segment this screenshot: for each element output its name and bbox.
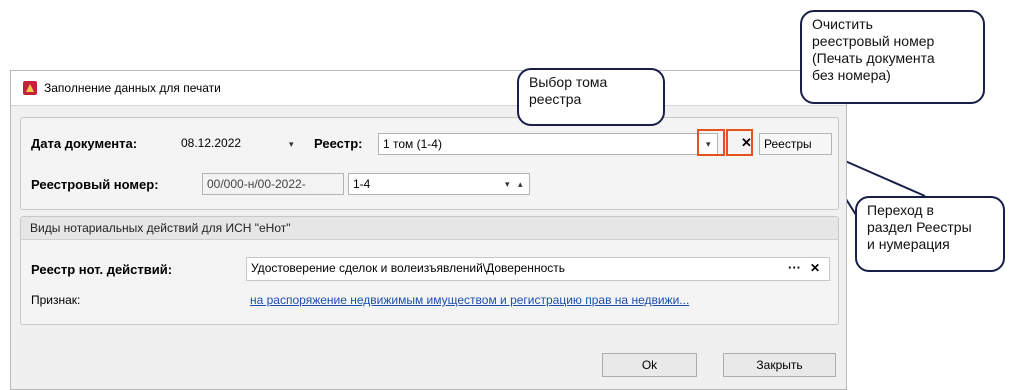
registry-value: 1 том (1-4) (383, 137, 442, 151)
regnum-prefix: 00/000-н/00-2022- (207, 177, 306, 191)
close-button[interactable]: Закрыть (723, 353, 836, 377)
action-label: Реестр нот. действий: (31, 262, 173, 277)
dropdown-highlight (697, 129, 725, 156)
regnum-dropdown-icon[interactable]: ▾ (505, 179, 510, 190)
section-header: Виды нотариальных действий для ИСН "еНот… (21, 217, 838, 240)
clear-action-icon[interactable]: ✕ (810, 261, 820, 275)
registries-button-label: Реестры (764, 137, 812, 151)
regnum-range: 1-4 (353, 177, 371, 191)
notarial-actions-group: Виды нотариальных действий для ИСН "еНот… (20, 216, 839, 325)
registry-label: Реестр: (314, 136, 363, 151)
callout-volume: Выбор тома реестра (517, 68, 665, 126)
app-logo-icon (23, 81, 37, 95)
date-field[interactable]: 08.12.2022 (176, 132, 299, 154)
ok-button[interactable]: Ok (602, 353, 697, 377)
callout-clear: Очистить реестровый номер (Печать докуме… (800, 10, 985, 104)
sign-label: Признак: (31, 293, 81, 307)
print-data-dialog: Заполнение данных для печати Дата докуме… (10, 70, 847, 390)
clear-highlight (726, 129, 753, 156)
regnum-label: Реестровый номер: (31, 177, 159, 192)
date-label: Дата документа: (31, 136, 138, 151)
date-value: 08.12.2022 (181, 136, 242, 150)
spin-up-icon[interactable]: ▴ (518, 179, 523, 190)
action-field[interactable]: Удостоверение сделок и волеизъявлений\До… (246, 257, 830, 281)
title-bar: Заполнение данных для печати (11, 71, 846, 106)
registry-select[interactable]: 1 том (1-4) (378, 133, 718, 155)
ellipsis-icon[interactable]: ··· (788, 260, 801, 275)
sign-link[interactable]: на распоряжение недвижимым имуществом и … (250, 293, 689, 307)
callout-goto: Переход в раздел Реестры и нумерация (855, 196, 1005, 272)
registries-button[interactable]: Реестры (759, 133, 832, 155)
action-value: Удостоверение сделок и волеизъявлений\До… (251, 261, 565, 275)
regnum-prefix-field: 00/000-н/00-2022- (202, 173, 344, 195)
window-title: Заполнение данных для печати (44, 81, 221, 95)
section-header-text: Виды нотариальных действий для ИСН "еНот… (30, 221, 291, 235)
regnum-range-field[interactable]: 1-4 (348, 173, 530, 195)
date-dropdown-icon[interactable]: ▾ (289, 139, 294, 150)
